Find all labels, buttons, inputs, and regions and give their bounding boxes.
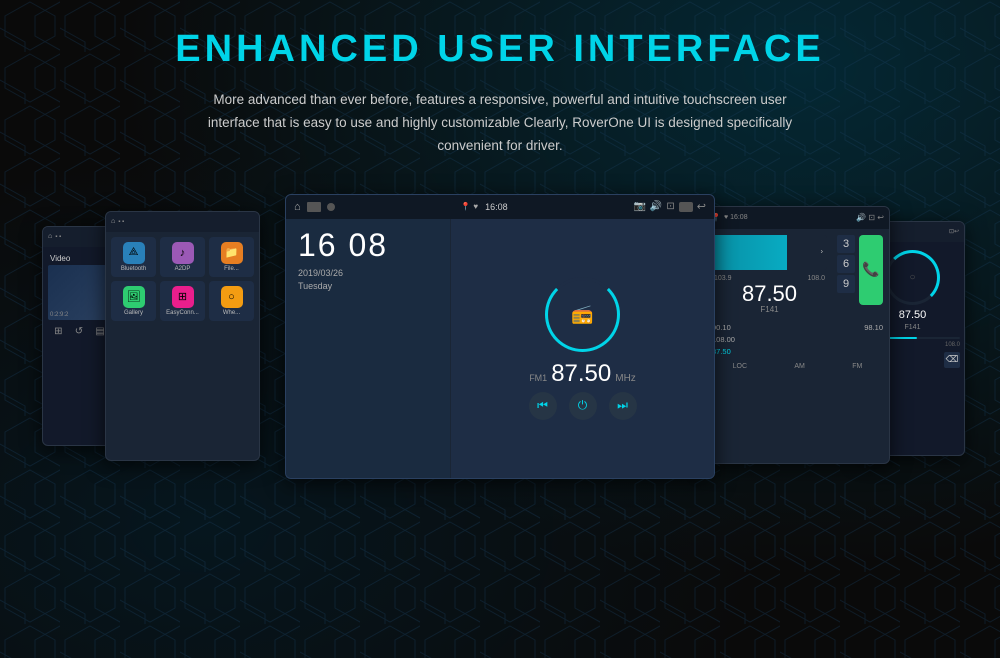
radio-icon: 📻 xyxy=(571,304,593,325)
r1-freq-display: › 103.9 108.0 87.50 F141 xyxy=(712,235,827,314)
date-display: 2019/03/26 Tuesday xyxy=(298,267,438,294)
loc-label: LOC xyxy=(733,363,747,370)
radio-prev-btn[interactable]: ⏮ xyxy=(529,392,557,420)
l2-app-wheel[interactable]: ○ Whe... xyxy=(209,281,254,321)
l2-label-easyconn: EasyConn... xyxy=(166,310,199,316)
l2-app-a2dp[interactable]: ♪ A2DP xyxy=(160,237,205,277)
time-display: 16 08 xyxy=(298,229,438,261)
header-icon-1 xyxy=(307,202,321,212)
wheel-icon: ○ xyxy=(221,286,243,308)
r1-freq-bar: › xyxy=(712,235,827,270)
l2-label-gallery: Gallery xyxy=(124,310,143,316)
r2-del-btn[interactable]: ⌫ xyxy=(944,352,960,368)
date-line1: 2019/03/26 xyxy=(298,267,438,281)
radio-circle: 📻 xyxy=(545,277,620,352)
main-time-panel: 16 08 2019/03/26 Tuesday xyxy=(286,219,451,478)
r1-frequency-number: 87.50 xyxy=(712,283,827,305)
header-menu-icon[interactable] xyxy=(679,202,693,212)
fm-frequency: 87.50 xyxy=(551,360,611,388)
freq-max: 108.0 xyxy=(807,275,825,282)
radio-controls: ⏮ ⏻ ⏭ xyxy=(529,392,637,420)
l2-app-easyconn[interactable]: ⊞ EasyConn... xyxy=(160,281,205,321)
l2-app-file[interactable]: 📁 File... xyxy=(209,237,254,277)
r2-radio-dial: ○ xyxy=(885,250,940,305)
header-camera-icon[interactable]: 📷 xyxy=(633,201,645,212)
fm-label-r1: FM xyxy=(852,363,862,370)
header-icon-2 xyxy=(327,203,335,211)
easyconn-icon: ⊞ xyxy=(172,286,194,308)
r1-num-buttons: 3 6 9 xyxy=(837,235,855,293)
station-extra-1: 98.10 xyxy=(864,323,883,332)
r1-num-3[interactable]: 3 xyxy=(837,235,855,253)
r1-station-list: 90.10 98.10 108.00 87.50 xyxy=(706,320,889,360)
header-back-icon[interactable]: ↩ xyxy=(697,200,706,213)
main-screen-body: 16 08 2019/03/26 Tuesday 📻 FM1 87.50 MHz xyxy=(286,219,714,478)
screen-right-1-header: 📍 ♥ 16:08 🔊 ⊡ ↩ xyxy=(706,207,889,229)
screen-main: ⌂ 📍 ♥ 16:08 📷 🔊 ⊡ ↩ xyxy=(285,194,715,479)
header-screen-icon[interactable]: ⊡ xyxy=(666,201,674,212)
main-header-left: ⌂ xyxy=(294,201,335,213)
screen-right-1-body: › 103.9 108.0 87.50 F141 3 6 9 xyxy=(706,229,889,320)
page-subtitle: More advanced than ever before, features… xyxy=(190,89,810,158)
station-freq-2: 108.00 xyxy=(712,335,735,344)
a2dp-icon: ♪ xyxy=(172,242,194,264)
l2-label-file: File... xyxy=(224,266,239,272)
fm-unit: MHz xyxy=(615,373,636,384)
screen-left-2-grid: ⟁ Bluetooth ♪ A2DP 📁 File... 🖼 Gallery ⊞ xyxy=(106,232,259,326)
header-time-display: 16:08 xyxy=(485,202,508,212)
l2-label-bluetooth: Bluetooth xyxy=(121,266,146,272)
station-row-1: 90.10 98.10 xyxy=(710,322,885,334)
r1-num-9[interactable]: 9 xyxy=(837,275,855,293)
l2-label-a2dp: A2DP xyxy=(175,266,191,272)
date-line2: Tuesday xyxy=(298,280,438,294)
station-row-3: 87.50 xyxy=(710,346,885,358)
radio-power-btn[interactable]: ⏻ xyxy=(569,392,597,420)
gallery-icon: 🖼 xyxy=(123,286,145,308)
r1-loc-row: LOC AM FM xyxy=(706,360,889,373)
screen-right-1: 📍 ♥ 16:08 🔊 ⊡ ↩ › 103.9 108.0 87.50 F141 xyxy=(705,206,890,464)
l2-app-bluetooth[interactable]: ⟁ Bluetooth xyxy=(111,237,156,277)
radio-next-btn[interactable]: ⏭ xyxy=(609,392,637,420)
bluetooth-icon: ⟁ xyxy=(123,242,145,264)
freq-bar-fill xyxy=(712,235,787,270)
fm-display: FM1 87.50 MHz xyxy=(529,360,636,388)
fm-label: FM1 xyxy=(529,373,547,383)
main-header-right: 📷 🔊 ⊡ ↩ xyxy=(633,200,706,213)
freq-min: 103.9 xyxy=(714,275,732,282)
r1-num-6[interactable]: 6 xyxy=(837,255,855,273)
header-volume-icon[interactable]: 🔊 xyxy=(650,201,662,212)
r2-freq-max: 108.0 xyxy=(945,342,960,348)
screen-left-2: ⌂ ▪ ▪ ⟁ Bluetooth ♪ A2DP 📁 File... 🖼 xyxy=(105,211,260,461)
r1-frequency-label: F141 xyxy=(712,305,827,314)
screen-left-2-header: ⌂ ▪ ▪ xyxy=(106,212,259,232)
am-label: AM xyxy=(794,363,805,370)
station-row-2: 108.00 xyxy=(710,334,885,346)
page-content: ENHANCED USER INTERFACE More advanced th… xyxy=(0,0,1000,486)
l2-label-wheel: Whe... xyxy=(223,310,240,316)
l2-app-gallery[interactable]: 🖼 Gallery xyxy=(111,281,156,321)
r1-call-button[interactable]: 📞 xyxy=(859,235,883,305)
page-title: ENHANCED USER INTERFACE xyxy=(175,28,824,71)
video-thumbnail: 0:2:9:2 xyxy=(48,265,111,320)
screens-area: ⌂ ▪ ▪ Video 0:2:9:2 ⊞ ↺ ▤ ⌂ ▪ ▪ xyxy=(20,186,980,486)
main-screen-header: ⌂ 📍 ♥ 16:08 📷 🔊 ⊡ ↩ xyxy=(286,195,714,219)
radio-section: 📻 FM1 87.50 MHz ⏮ ⏻ ⏭ xyxy=(451,219,714,478)
file-icon: 📁 xyxy=(221,242,243,264)
